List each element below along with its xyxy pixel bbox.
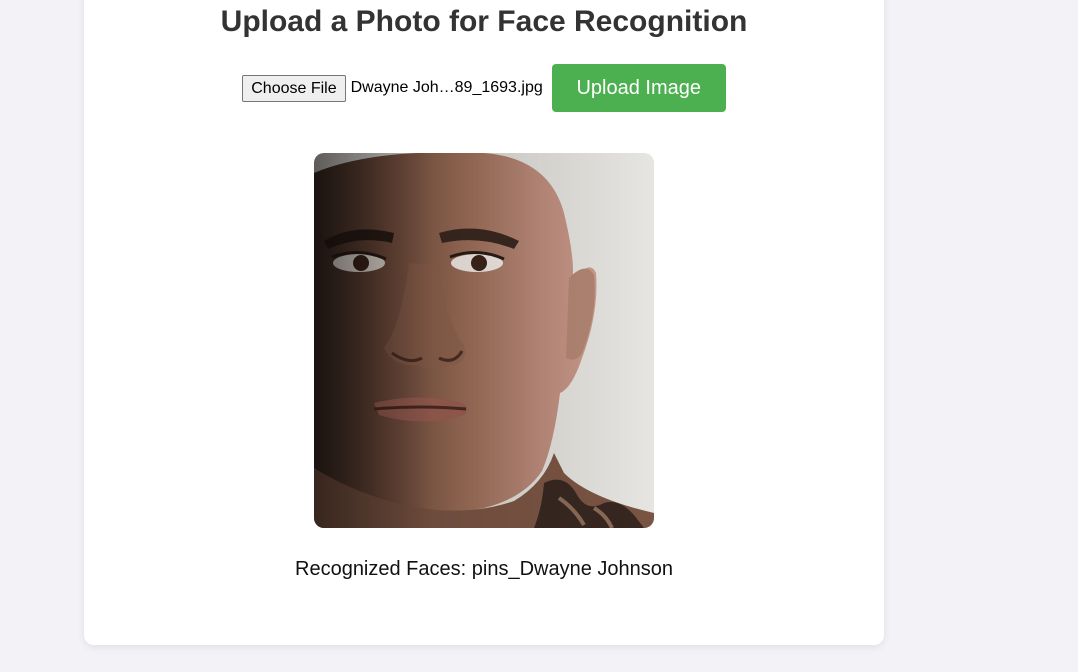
face-photo-illustration xyxy=(314,153,654,528)
selected-file-name: Dwayne Joh…89_1693.jpg xyxy=(350,79,543,96)
upload-image-button[interactable]: Upload Image xyxy=(551,64,726,112)
file-input[interactable]: Choose File Dwayne Joh…89_1693.jpg xyxy=(242,74,543,102)
recognition-result: Recognized Faces: pins_Dwayne Johnson xyxy=(295,558,673,580)
choose-file-button[interactable]: Choose File xyxy=(242,74,346,102)
uploaded-photo xyxy=(314,153,654,528)
page-title: Upload a Photo for Face Recognition xyxy=(220,5,748,38)
upload-form: Choose File Dwayne Joh…89_1693.jpg Uploa… xyxy=(84,64,884,112)
upload-card: Upload a Photo for Face Recognition Choo… xyxy=(84,0,884,645)
